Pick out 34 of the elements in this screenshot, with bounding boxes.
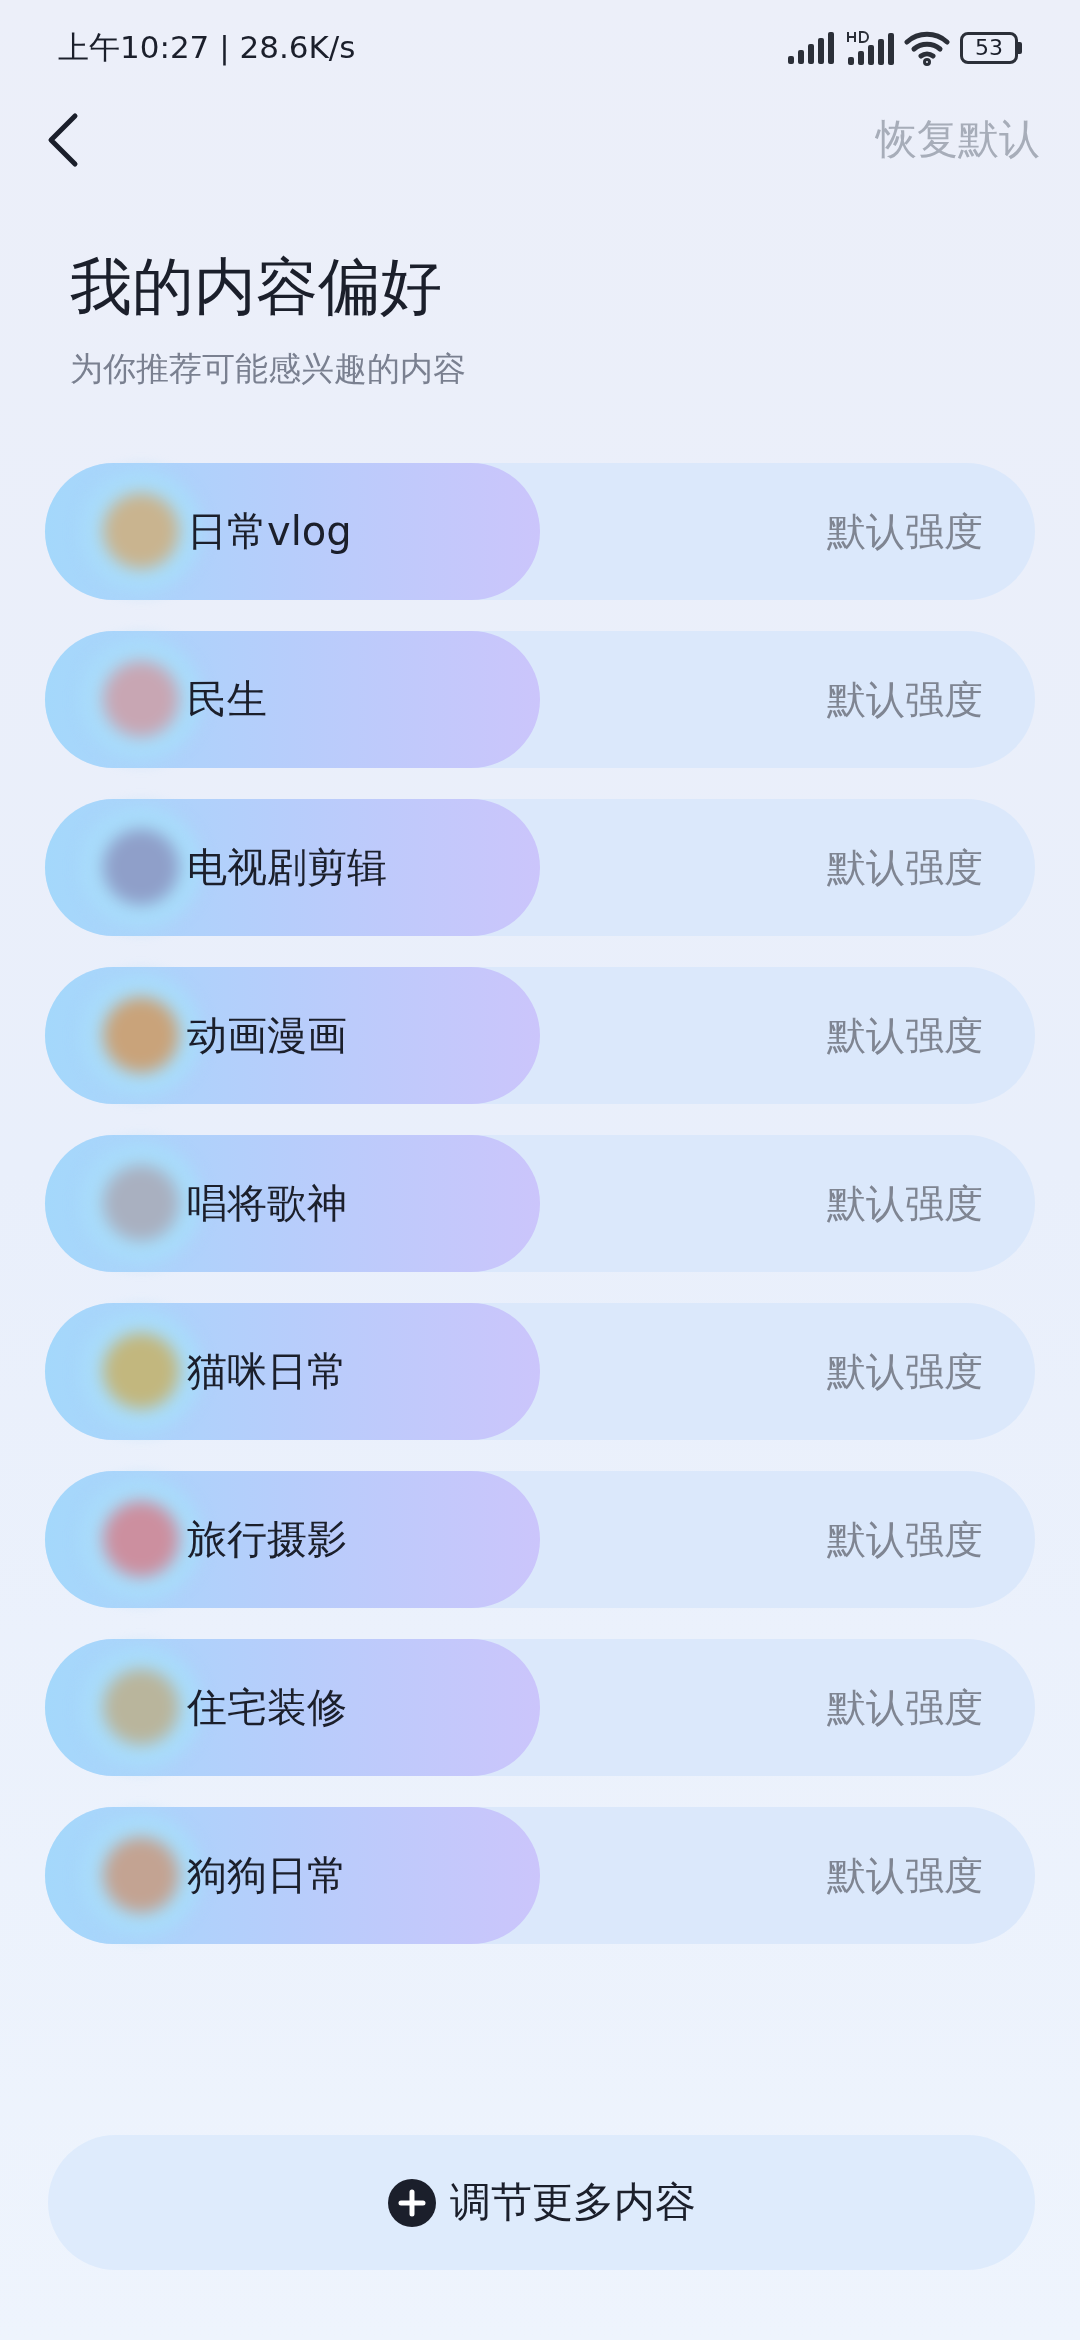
wifi-icon — [904, 29, 952, 66]
status-time: 上午10:27 | 28.6K/s — [58, 28, 356, 68]
strength-label: 默认强度 — [827, 676, 983, 725]
category-label: 猫咪日常 — [187, 1347, 347, 1397]
preference-slider[interactable]: 动画漫画 默认强度 — [45, 967, 1035, 1105]
category-label: 狗狗日常 — [187, 1851, 347, 1901]
strength-label: 默认强度 — [827, 1516, 983, 1565]
preference-slider[interactable]: 旅行摄影 默认强度 — [45, 1471, 1035, 1609]
strength-label: 默认强度 — [827, 1684, 983, 1733]
category-label: 唱将歌神 — [187, 1179, 347, 1229]
preference-slider[interactable]: 狗狗日常 默认强度 — [45, 1807, 1035, 1945]
strength-label: 默认强度 — [827, 1852, 983, 1901]
category-label: 日常vlog — [187, 507, 352, 557]
strength-label: 默认强度 — [827, 1012, 983, 1061]
category-label: 住宅装修 — [187, 1683, 347, 1733]
preference-slider[interactable]: 住宅装修 默认强度 — [45, 1639, 1035, 1777]
hd-signal-icon — [846, 30, 896, 65]
category-label: 电视剧剪辑 — [187, 843, 387, 893]
page-subtitle: 为你推荐可能感兴趣的内容 — [70, 347, 467, 390]
preference-slider[interactable]: 电视剧剪辑 默认强度 — [45, 799, 1035, 937]
strength-label: 默认强度 — [827, 1348, 983, 1397]
category-label: 旅行摄影 — [187, 1515, 347, 1565]
preference-slider[interactable]: 民生 默认强度 — [45, 631, 1035, 769]
category-label: 动画漫画 — [187, 1011, 347, 1061]
plus-icon — [387, 2178, 436, 2227]
category-label: 民生 — [187, 675, 267, 725]
adjust-more-button[interactable]: 调节更多内容 — [48, 2135, 1035, 2270]
preference-slider[interactable]: 日常vlog 默认强度 — [45, 463, 1035, 601]
strength-label: 默认强度 — [827, 844, 983, 893]
preference-slider[interactable]: 唱将歌神 默认强度 — [45, 1135, 1035, 1273]
strength-label: 默认强度 — [827, 508, 983, 557]
page-title: 我的内容偏好 — [70, 249, 443, 325]
strength-label: 默认强度 — [827, 1180, 983, 1229]
preference-slider[interactable]: 猫咪日常 默认强度 — [45, 1303, 1035, 1441]
